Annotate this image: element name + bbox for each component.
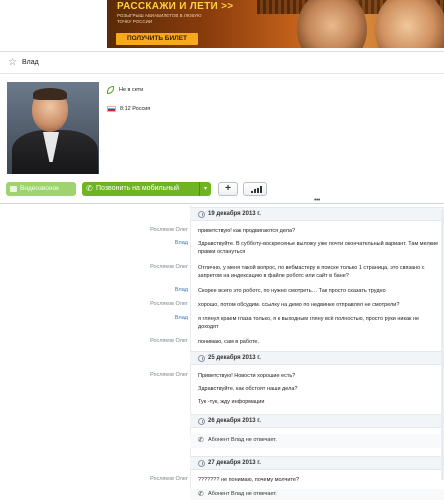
phone-icon: ✆ bbox=[86, 184, 93, 193]
banner-get-ticket-button[interactable]: ПОЛУЧИТЬ БИЛЕТ bbox=[116, 33, 198, 45]
missed-call-event: ✆ Абонент Влад не отвечает. bbox=[190, 489, 444, 500]
presence-status: Не в сети bbox=[107, 86, 143, 95]
message-author: Росляков Олег bbox=[150, 264, 188, 270]
clock-icon bbox=[198, 418, 205, 425]
add-people-button[interactable]: + bbox=[218, 182, 238, 196]
message-author: Росляков Олег bbox=[150, 227, 188, 233]
video-call-label: Видеозвонок bbox=[20, 185, 59, 192]
phone-icon: ✆ bbox=[198, 491, 204, 498]
clock-icon bbox=[198, 355, 205, 362]
message-author: Влад bbox=[174, 240, 188, 246]
message-author: Росляков Олег bbox=[150, 372, 188, 378]
message-text: я глянул краем глаза только, я к выходны… bbox=[198, 316, 420, 330]
message-text: Здравствуйте. В субботу-воскресенье выло… bbox=[198, 241, 439, 255]
event-text: Абонент Влад не отвечает. bbox=[208, 437, 277, 443]
missed-call-event: ✆ Абонент Влад не отвечает. bbox=[190, 434, 444, 448]
message-author: Влад bbox=[174, 315, 188, 321]
message-text: Отлично, у меня такой вопрос, по вебмаст… bbox=[198, 265, 425, 279]
contact-name-title: Влад bbox=[22, 59, 39, 66]
date-label: 19 декабря 2013 г. bbox=[208, 211, 261, 217]
clock-icon bbox=[198, 460, 205, 467]
date-label: 27 декабря 2013 г. bbox=[208, 460, 261, 466]
splitter[interactable] bbox=[0, 203, 444, 204]
call-quality-button[interactable] bbox=[243, 182, 267, 196]
call-mobile-label: Позвонить на мобильный bbox=[96, 185, 180, 192]
message-text: хорошо, потом обсудим. ссылку на демо по… bbox=[198, 302, 400, 308]
message-author: Влад bbox=[174, 287, 188, 293]
avatar-hair bbox=[33, 88, 67, 100]
message-author: Росляков Олег bbox=[150, 301, 188, 307]
message-text: Тук -тук, жду информации bbox=[198, 399, 265, 405]
date-separator: 27 декабря 2013 г. bbox=[190, 456, 444, 470]
message-text: Скорее всего это роботс, по нужно смотре… bbox=[198, 288, 386, 294]
message-text: понимаю, сам в работе. bbox=[198, 339, 259, 345]
flag-icon bbox=[107, 106, 116, 112]
status-label: Не в сети bbox=[119, 87, 144, 93]
star-icon[interactable]: ☆ bbox=[8, 57, 17, 68]
location-label: 8:12 Россия bbox=[120, 106, 151, 112]
call-toolbar: Видеозвонок ✆ Позвонить на мобильный ▾ + bbox=[0, 182, 444, 198]
banner-face-image bbox=[297, 0, 367, 48]
phone-icon: ✆ bbox=[198, 437, 204, 444]
divider bbox=[0, 51, 444, 52]
message-text: Здравствуйте, как обстоят наши дела? bbox=[198, 386, 298, 392]
banner-title: РАССКАЖИ И ЛЕТИ >> bbox=[117, 1, 234, 12]
video-icon bbox=[10, 186, 17, 192]
banner-subtitle: РОЗЫГРЫШ АВИАБИЛЕТОВ В ЛЮБУЮ ТОЧКУ РОССИ… bbox=[117, 13, 202, 24]
leaf-icon bbox=[107, 86, 114, 94]
date-label: 26 декабря 2013 г. bbox=[208, 418, 261, 424]
conversation-header: ☆ Влад bbox=[0, 54, 444, 72]
divider bbox=[0, 73, 444, 74]
message-text: приветствую! как продвигаются дела? bbox=[198, 228, 296, 234]
avatar[interactable] bbox=[7, 82, 99, 174]
date-separator: 26 декабря 2013 г. bbox=[190, 414, 444, 428]
banner-face-image bbox=[375, 0, 444, 48]
clock-icon bbox=[198, 211, 205, 218]
date-separator: 25 декабря 2013 г. bbox=[190, 351, 444, 365]
date-label: 25 декабря 2013 г. bbox=[208, 355, 261, 361]
message-author: Росляков Олег bbox=[150, 476, 188, 482]
date-separator: 19 декабря 2013 г. bbox=[190, 207, 444, 221]
message-author: Росляков Олег bbox=[150, 338, 188, 344]
ad-banner[interactable]: РАССКАЖИ И ЛЕТИ >> РОЗЫГРЫШ АВИАБИЛЕТОВ … bbox=[107, 0, 444, 48]
call-mobile-button[interactable]: ✆ Позвонить на мобильный ▾ bbox=[82, 182, 211, 196]
signal-icon bbox=[251, 186, 262, 193]
chevron-down-icon[interactable]: ▾ bbox=[199, 182, 211, 196]
event-text: Абонент Влад не отвечает. bbox=[208, 491, 277, 497]
video-call-button[interactable]: Видеозвонок bbox=[6, 182, 76, 196]
message-text: Приветствую! Новости хорошие есть? bbox=[198, 373, 296, 379]
message-text: ??????? не понимаю, почему молчите? bbox=[198, 477, 300, 483]
